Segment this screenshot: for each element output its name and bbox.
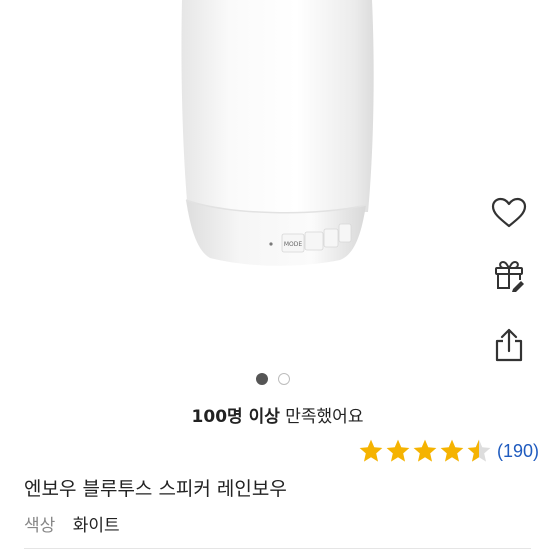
star-icon [440,439,464,462]
carousel-dot-2[interactable] [278,373,290,385]
review-count-link[interactable]: (190) [497,441,539,462]
wishlist-button[interactable] [484,191,534,235]
satisfaction-count: 100명 이상 [191,407,280,427]
option-row: 색상 화이트 [24,511,120,536]
option-label: 색상 [24,516,56,536]
star-icon [386,439,410,462]
share-icon [495,328,523,362]
carousel-indicator [256,373,290,385]
carousel-dot-1[interactable] [256,373,268,385]
speaker-mode-label: MODE [284,241,303,248]
option-value: 화이트 [72,516,120,536]
gift-button[interactable] [484,253,534,297]
gift-icon [495,260,524,292]
product-image[interactable]: MODE [0,0,555,365]
product-title: 엔보우 블루투스 스피커 레인보우 [24,478,287,500]
speaker-illustration: MODE [181,0,374,266]
star-icon [413,439,437,462]
share-button[interactable] [484,323,534,367]
divider [24,548,531,549]
satisfaction-text: 만족했어요 [285,407,364,427]
satisfaction-summary: 100명 이상 만족했어요 [0,402,555,427]
heart-icon [491,197,527,228]
half-star-icon [467,439,491,462]
star-icon [359,439,383,462]
rating[interactable]: (190) [358,436,539,466]
